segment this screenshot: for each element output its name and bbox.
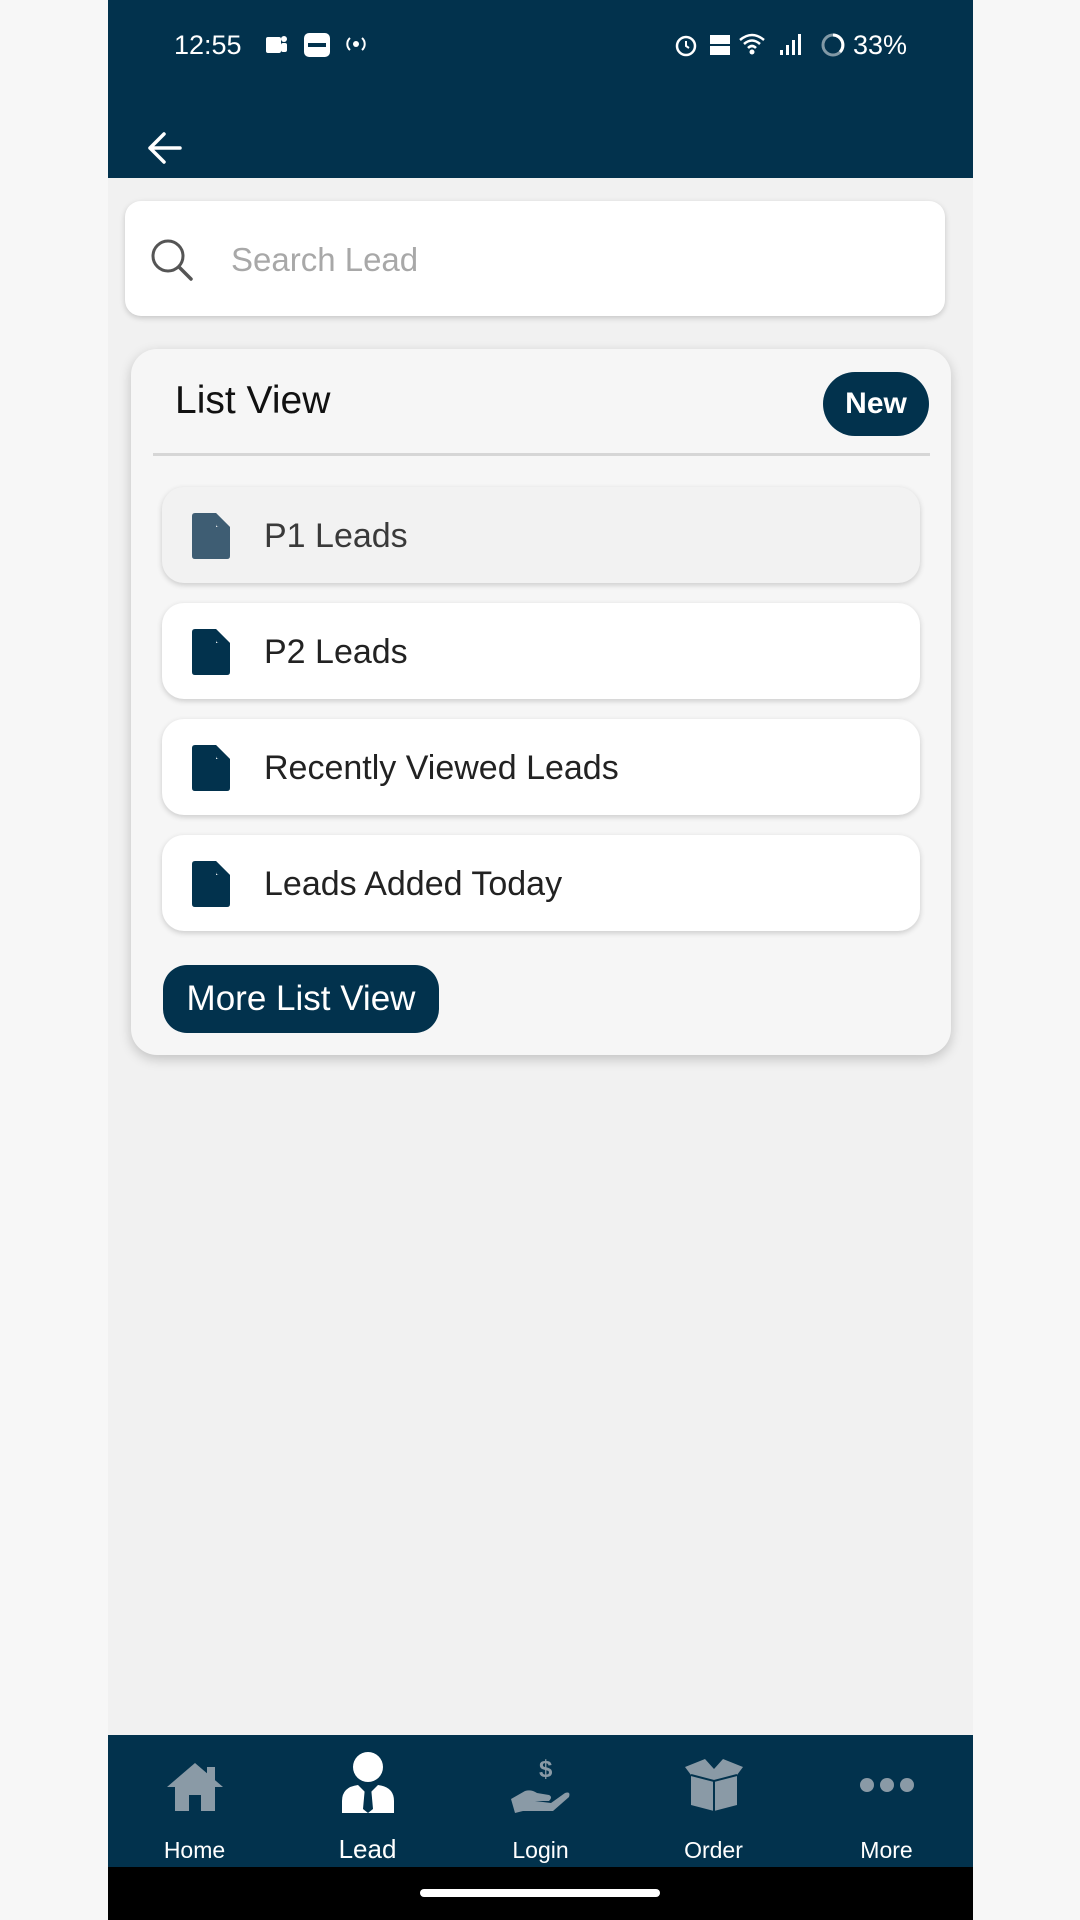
search-icon	[151, 239, 193, 281]
nav-login[interactable]: $ Login	[454, 1735, 627, 1867]
list-item-label: Leads Added Today	[264, 865, 563, 903]
list-view-title: List View	[175, 379, 331, 422]
more-list-view-button[interactable]: More List View	[163, 965, 439, 1033]
signal-icon	[778, 32, 804, 62]
nav-label: Home	[163, 1837, 226, 1863]
volte-icon	[708, 32, 732, 64]
list-item-recently-viewed[interactable]: Recently Viewed Leads	[162, 719, 920, 815]
hand-dollar-icon: $	[510, 1756, 569, 1813]
vivo-icon	[303, 32, 331, 64]
arrow-left-icon	[148, 132, 182, 164]
document-icon	[192, 861, 230, 907]
list-item-p2-leads[interactable]: P2 Leads	[162, 603, 920, 699]
nav-lead[interactable]: Lead	[281, 1735, 454, 1867]
list-item-label: Recently Viewed Leads	[264, 749, 619, 787]
back-button[interactable]	[144, 128, 184, 168]
search-input[interactable]	[229, 231, 913, 289]
status-bar: 12:55 33%	[108, 0, 973, 95]
teams-icon	[263, 32, 289, 64]
nav-label: Order	[684, 1837, 743, 1863]
nav-order[interactable]: Order	[627, 1735, 800, 1867]
battery-level: 33%	[852, 30, 907, 60]
divider	[153, 453, 930, 456]
bottom-navigation: Home Lead $ Login Order More	[108, 1735, 973, 1867]
box-icon	[684, 1759, 743, 1811]
nav-label: Lead	[338, 1834, 397, 1864]
list-item-p1-leads[interactable]: P1 Leads	[162, 487, 920, 583]
ellipsis-icon	[859, 1778, 914, 1792]
nav-label: More	[860, 1837, 913, 1863]
document-icon	[192, 745, 230, 791]
document-icon	[192, 513, 230, 559]
list-view-card: List View New P1 Leads P2 Leads Recently…	[131, 349, 951, 1055]
nav-label: Login	[512, 1837, 569, 1863]
new-button[interactable]: New	[823, 372, 929, 436]
home-indicator[interactable]	[420, 1889, 660, 1897]
wifi-icon	[738, 32, 766, 62]
home-icon	[166, 1763, 223, 1811]
list-item-label: P1 Leads	[264, 517, 408, 555]
list-item-added-today[interactable]: Leads Added Today	[162, 835, 920, 931]
document-icon	[192, 629, 230, 675]
svg-text:$: $	[539, 1756, 553, 1783]
app-bar: 12:55 33%	[108, 0, 973, 178]
user-tie-icon	[341, 1752, 394, 1813]
nav-more[interactable]: More	[800, 1735, 973, 1867]
nav-home[interactable]: Home	[108, 1735, 281, 1867]
search-box[interactable]	[125, 201, 945, 316]
alarm-icon	[673, 32, 699, 64]
hotspot-icon	[344, 32, 368, 62]
status-time: 12:55	[174, 30, 242, 60]
battery-icon	[820, 32, 846, 64]
list-item-label: P2 Leads	[264, 633, 408, 671]
app-screen: 12:55 33% Search Lead List View New P1 L…	[108, 0, 973, 1920]
